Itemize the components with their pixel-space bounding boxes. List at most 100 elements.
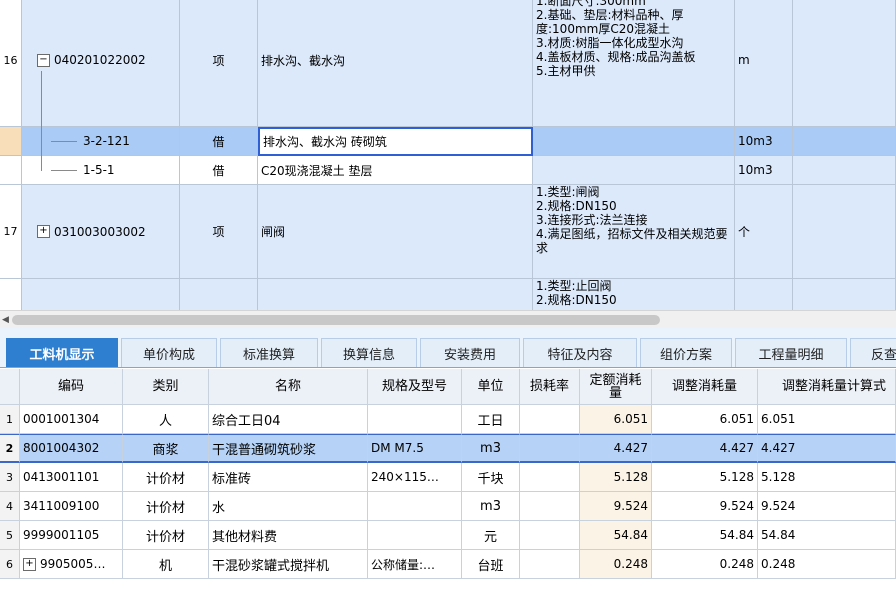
table-row[interactable]: 3 0413001101 计价材 标准砖 240×115… 千块 5.128 5… xyxy=(0,463,896,492)
item-extra-cell[interactable] xyxy=(793,0,896,127)
col-header-category[interactable]: 类别 xyxy=(123,369,209,405)
table-row[interactable]: 1 0001001304 人 综合工日04 工日 6.051 6.051 6.0… xyxy=(0,405,896,434)
col-header-quota-consumption[interactable]: 定额消耗量 xyxy=(580,369,652,405)
table-row[interactable]: 6 + 9905005… 机 干混砂浆罐式搅拌机 公称储量:… 台班 0.248… xyxy=(0,550,896,579)
table-row[interactable]: 5 9999001105 计价材 其他材料费 元 54.84 54.84 54.… xyxy=(0,521,896,550)
col-header-loss-rate[interactable]: 损耗率 xyxy=(520,369,580,405)
resource-unit[interactable]: 元 xyxy=(462,521,520,550)
resource-loss-rate[interactable] xyxy=(520,463,580,492)
item-extra-cell[interactable] xyxy=(793,127,896,156)
item-code-cell[interactable]: 1-5-1 xyxy=(22,156,180,185)
item-features[interactable]: 1.断面尺寸:300mm 2.基础、垫层:材料品种、厚度:100mm厚C20混凝… xyxy=(533,0,735,127)
item-extra-cell[interactable] xyxy=(793,185,896,279)
resource-unit[interactable]: 工日 xyxy=(462,405,520,434)
adjusted-consumption[interactable]: 6.051 xyxy=(652,405,758,434)
item-unit[interactable] xyxy=(735,279,793,310)
collapse-icon[interactable]: − xyxy=(37,53,50,67)
resource-loss-rate[interactable] xyxy=(520,550,580,579)
item-code-cell[interactable] xyxy=(22,279,180,310)
horizontal-scrollbar[interactable]: ◀ xyxy=(0,310,896,328)
resource-category[interactable]: 计价材 xyxy=(123,463,209,492)
item-code-cell[interactable]: − 040201022002 xyxy=(22,0,180,127)
item-extra-cell[interactable] xyxy=(793,156,896,185)
resource-loss-rate[interactable] xyxy=(520,492,580,521)
scrollbar-thumb[interactable] xyxy=(12,315,660,325)
item-type[interactable]: 借 xyxy=(180,127,258,156)
resource-name[interactable]: 水 xyxy=(209,492,368,521)
resource-spec[interactable] xyxy=(368,405,462,434)
item-features[interactable] xyxy=(533,127,735,156)
adjusted-consumption[interactable]: 4.427 xyxy=(652,434,758,463)
col-header-adjusted-consumption[interactable]: 调整消耗量 xyxy=(652,369,758,405)
col-header-code[interactable]: 编码 xyxy=(20,369,123,405)
item-features[interactable]: 1.类型:止回阀 2.规格:DN150 xyxy=(533,279,735,310)
item-unit[interactable]: m xyxy=(735,0,793,127)
resource-unit[interactable]: m3 xyxy=(462,492,520,521)
resource-spec[interactable]: 公称储量:… xyxy=(368,550,462,579)
table-row-selected[interactable]: 3-2-121 借 排水沟、截水沟 砖砌筑 10m3 xyxy=(0,127,896,156)
adjusted-consumption[interactable]: 5.128 xyxy=(652,463,758,492)
tab-quantity-detail[interactable]: 工程量明细 xyxy=(735,338,847,367)
table-row-selected[interactable]: 2 8001004302 商浆 干混普通砌筑砂浆 DM M7.5 m3 4.42… xyxy=(0,434,896,463)
resource-spec[interactable] xyxy=(368,492,462,521)
tab-conversion-info[interactable]: 换算信息 xyxy=(321,338,417,367)
adjusted-formula[interactable]: 9.524 xyxy=(758,492,896,521)
adjusted-formula[interactable]: 4.427 xyxy=(758,434,896,463)
resource-code[interactable]: 9999001105 xyxy=(20,521,123,550)
scroll-left-arrow-icon[interactable]: ◀ xyxy=(2,315,10,325)
resource-category[interactable]: 计价材 xyxy=(123,521,209,550)
tab-installation-fee[interactable]: 安装费用 xyxy=(420,338,520,367)
tab-unit-price-composition[interactable]: 单价构成 xyxy=(121,338,217,367)
resource-category[interactable]: 机 xyxy=(123,550,209,579)
resource-code[interactable]: 0413001101 xyxy=(20,463,123,492)
resource-spec[interactable]: 240×115… xyxy=(368,463,462,492)
item-unit[interactable]: 个 xyxy=(735,185,793,279)
adjusted-consumption[interactable]: 54.84 xyxy=(652,521,758,550)
col-header-unit[interactable]: 单位 xyxy=(462,369,520,405)
item-name[interactable] xyxy=(258,279,533,310)
tab-labor-material-machine[interactable]: 工料机显示 xyxy=(6,338,118,367)
table-row[interactable]: 17 + 031003003002 项 闸阀 1.类型:闸阀 2.规格:DN15… xyxy=(0,185,896,279)
resource-category[interactable]: 商浆 xyxy=(123,434,209,463)
col-header-name[interactable]: 名称 xyxy=(209,369,368,405)
resource-loss-rate[interactable] xyxy=(520,434,580,463)
item-type[interactable] xyxy=(180,279,258,310)
resource-code[interactable]: 3411009100 xyxy=(20,492,123,521)
resource-code[interactable]: 8001004302 xyxy=(20,434,123,463)
resource-name[interactable]: 干混砂浆罐式搅拌机 xyxy=(209,550,368,579)
item-unit[interactable]: 10m3 xyxy=(735,127,793,156)
item-name-editor[interactable]: 排水沟、截水沟 砖砌筑 xyxy=(258,127,533,156)
resource-unit[interactable]: m3 xyxy=(462,434,520,463)
item-unit[interactable]: 10m3 xyxy=(735,156,793,185)
item-type[interactable]: 借 xyxy=(180,156,258,185)
item-code-cell[interactable]: 3-2-121 xyxy=(22,127,180,156)
resource-spec[interactable]: DM M7.5 xyxy=(368,434,462,463)
table-row[interactable]: 4 3411009100 计价材 水 m3 9.524 9.524 9.524 xyxy=(0,492,896,521)
item-extra-cell[interactable] xyxy=(793,279,896,310)
adjusted-formula[interactable]: 0.248 xyxy=(758,550,896,579)
adjusted-formula[interactable]: 5.128 xyxy=(758,463,896,492)
col-header-spec[interactable]: 规格及型号 xyxy=(368,369,462,405)
item-features[interactable]: 1.类型:闸阀 2.规格:DN150 3.连接形式:法兰连接 4.满足图纸，招标… xyxy=(533,185,735,279)
resource-loss-rate[interactable] xyxy=(520,405,580,434)
adjusted-consumption[interactable]: 9.524 xyxy=(652,492,758,521)
resource-name[interactable]: 其他材料费 xyxy=(209,521,368,550)
item-name[interactable]: 闸阀 xyxy=(258,185,533,279)
tab-standard-conversion[interactable]: 标准换算 xyxy=(220,338,318,367)
item-type[interactable]: 项 xyxy=(180,185,258,279)
resource-category[interactable]: 计价材 xyxy=(123,492,209,521)
item-name[interactable]: C20现浇混凝土 垫层 xyxy=(258,156,533,185)
table-row[interactable]: 1-5-1 借 C20现浇混凝土 垫层 10m3 xyxy=(0,156,896,185)
tab-reverse-lookup[interactable]: 反查 xyxy=(850,338,896,367)
resource-name[interactable]: 干混普通砌筑砂浆 xyxy=(209,434,368,463)
expand-icon[interactable]: + xyxy=(37,225,50,238)
resource-unit[interactable]: 台班 xyxy=(462,550,520,579)
resource-unit[interactable]: 千块 xyxy=(462,463,520,492)
item-code-cell[interactable]: + 031003003002 xyxy=(22,185,180,279)
tab-pricing-scheme[interactable]: 组价方案 xyxy=(640,338,732,367)
resource-spec[interactable] xyxy=(368,521,462,550)
adjusted-consumption[interactable]: 0.248 xyxy=(652,550,758,579)
item-features[interactable] xyxy=(533,156,735,185)
resource-category[interactable]: 人 xyxy=(123,405,209,434)
resource-name[interactable]: 综合工日04 xyxy=(209,405,368,434)
